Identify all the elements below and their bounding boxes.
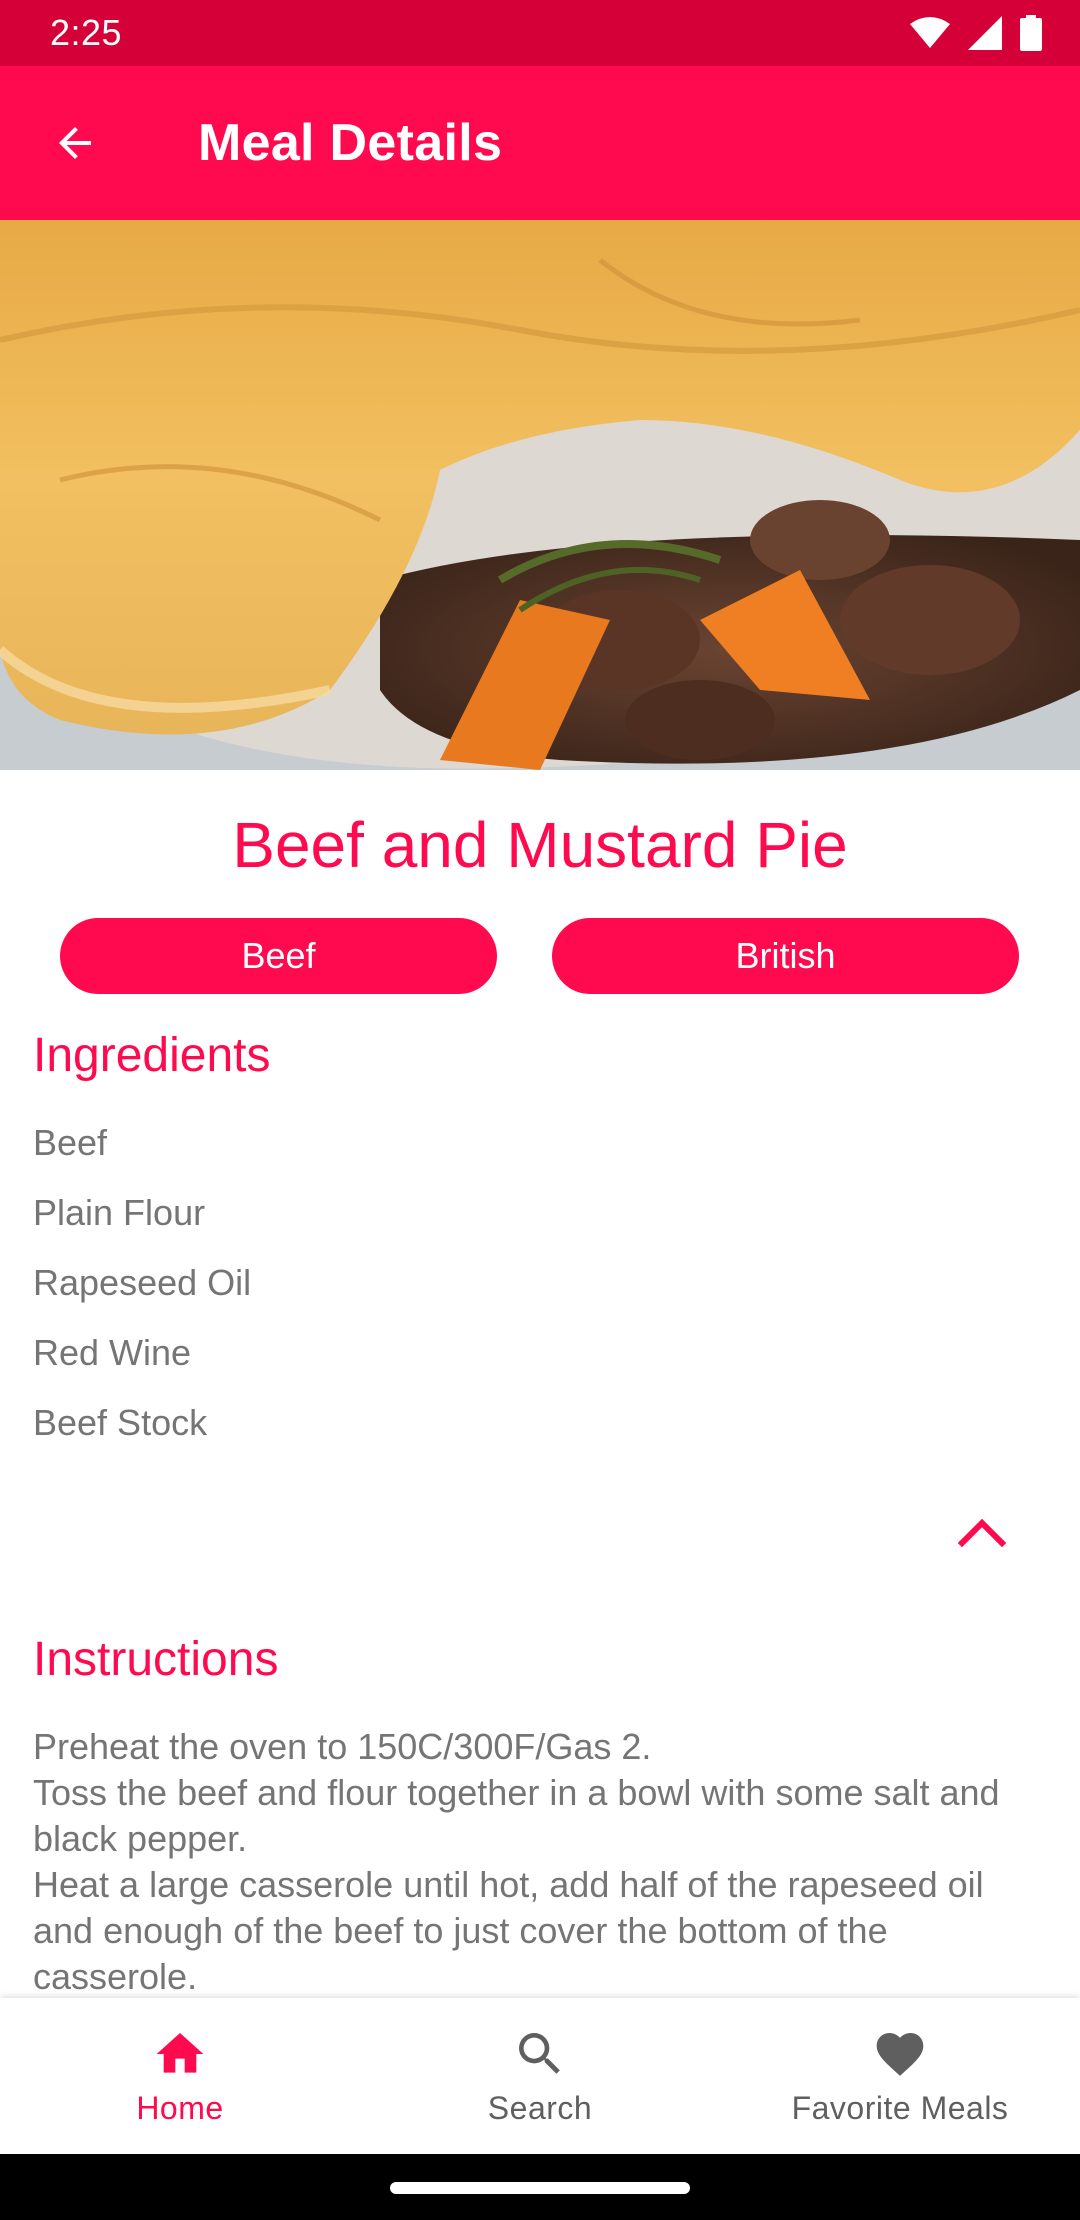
nav-favorites[interactable]: Favorite Meals (720, 1998, 1080, 2154)
meal-name: Beef and Mustard Pie (232, 809, 848, 881)
arrow-back-icon (59, 127, 91, 159)
nav-search[interactable]: Search (360, 1998, 720, 2154)
status-icons (910, 15, 1042, 51)
nav-home[interactable]: Home (0, 1998, 360, 2154)
home-gesture-handle[interactable] (390, 2182, 690, 2194)
home-icon (156, 2032, 204, 2073)
instructions-text: Preheat the oven to 150C/300F/Gas 2. Tos… (33, 1726, 1000, 1996)
instructions-heading: Instructions (33, 1633, 279, 1686)
back-button[interactable] (25, 93, 125, 193)
heart-icon (876, 2032, 924, 2076)
meal-details-screen: 2:25 Meal Details Beef and Mustard Pie B… (0, 0, 1080, 2220)
battery-icon (1020, 15, 1042, 51)
nav-favorites-label: Favorite Meals (791, 2089, 1009, 2126)
list-item: Rapeseed Oil (33, 1262, 252, 1303)
signal-icon (968, 16, 1002, 50)
nav-search-label: Search (487, 2089, 593, 2126)
area-chip[interactable]: British (552, 918, 1019, 994)
category-chip[interactable]: Beef (60, 918, 497, 994)
list-item: Plain Flour (33, 1192, 206, 1233)
ingredients-list: Beef Plain Flour Rapeseed Oil Red Wine B… (33, 1118, 251, 1468)
nav-home-label: Home (136, 2089, 224, 2126)
ingredients-heading: Ingredients (33, 1029, 271, 1082)
status-time: 2:25 (50, 12, 123, 53)
list-item: Beef Stock (33, 1402, 208, 1443)
status-bar: 2:25 (0, 0, 1080, 66)
search-icon (519, 2032, 560, 2074)
meal-image (0, 220, 1080, 770)
gesture-navigation-bar (0, 2154, 1080, 2220)
app-bar: Meal Details (0, 66, 1080, 220)
wifi-icon (910, 17, 950, 49)
bottom-navigation: Home Search Favorite Meals (0, 1998, 1080, 2154)
page-title: Meal Details (198, 114, 503, 172)
chevron-up-icon (958, 1518, 1006, 1547)
list-item: Red Wine (33, 1332, 192, 1373)
collapse-ingredients-button[interactable] (950, 1504, 1014, 1560)
list-item: Beef (33, 1122, 108, 1163)
